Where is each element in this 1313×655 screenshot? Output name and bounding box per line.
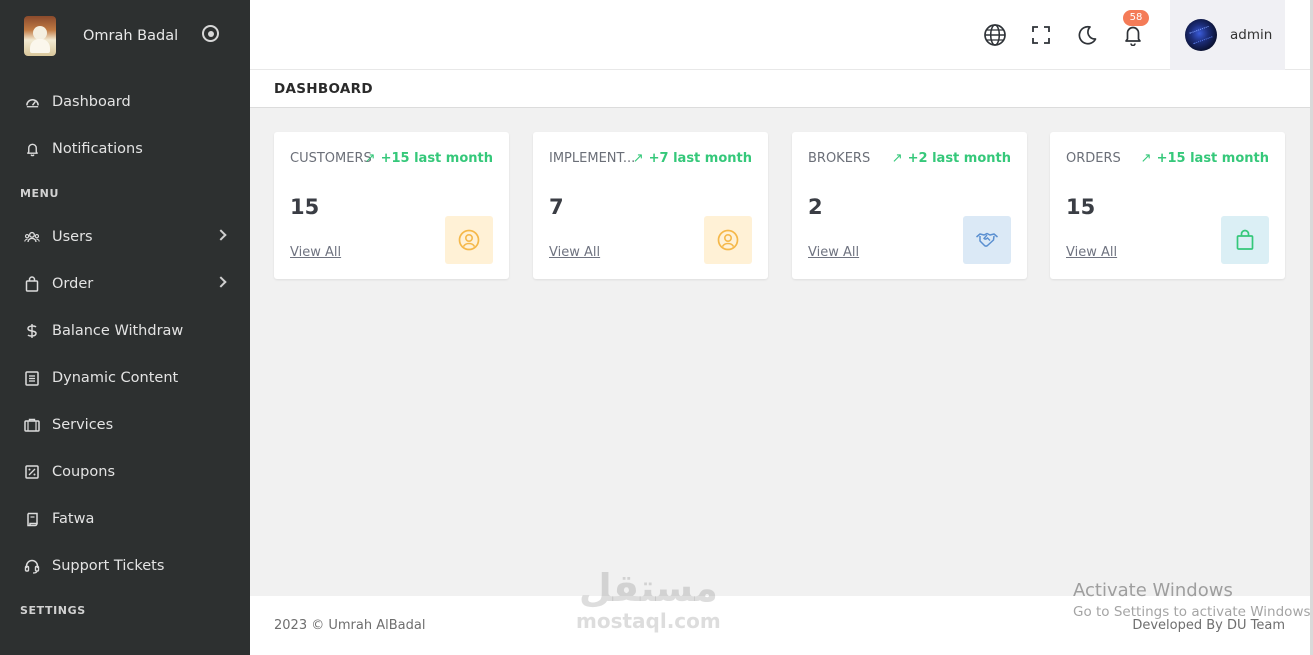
sidebar-section-menu: MENU	[20, 187, 59, 200]
chevron-right-icon	[215, 229, 227, 241]
card-trend: ↗ +7 last month	[633, 151, 752, 166]
mostaql-watermark: مستقل mostaql.com	[576, 566, 721, 632]
card-count: 2	[808, 195, 823, 219]
developer-credit: Developed By DU Team	[1132, 618, 1285, 633]
sidebar-item-label: Services	[52, 417, 114, 433]
sidebar-item-coupons[interactable]: Coupons	[0, 452, 250, 492]
sidebar-item-support-tickets[interactable]: Support Tickets	[0, 546, 250, 586]
sidebar-item-fatwa[interactable]: Fatwa	[0, 499, 250, 539]
fullscreen-icon[interactable]	[1028, 22, 1054, 48]
user-circle-icon	[704, 216, 752, 264]
sidebar-item-label: Notifications	[52, 141, 143, 157]
card-trend-text: +15 last month	[380, 151, 493, 166]
sidebar-item-label: Coupons	[52, 464, 116, 480]
view-all-link[interactable]: View All	[808, 245, 859, 260]
view-all-link[interactable]: View All	[290, 245, 341, 260]
sidebar-item-label: Order	[52, 276, 94, 292]
sidebar-item-notifications[interactable]: Notifications	[0, 129, 250, 169]
stat-card-orders: ORDERS ↗ +15 last month 15 View All	[1050, 132, 1285, 279]
watermark-latin: mostaql.com	[576, 609, 721, 633]
brand[interactable]: Omrah Badal	[0, 0, 250, 72]
view-all-link[interactable]: View All	[1066, 245, 1117, 260]
notification-count-badge: 58	[1123, 10, 1149, 26]
watermark-arabic: مستقل	[578, 566, 718, 610]
page-title: DASHBOARD	[274, 81, 373, 97]
user-circle-icon	[445, 216, 493, 264]
sidebar-item-dynamic-content[interactable]: Dynamic Content	[0, 358, 250, 398]
card-trend: ↗ +2 last month	[892, 151, 1011, 166]
sidebar-item-label: Dashboard	[52, 94, 131, 110]
card-count: 15	[290, 195, 320, 219]
user-name: admin	[1230, 27, 1273, 43]
sidebar-item-label: Balance Withdraw	[52, 323, 184, 339]
card-count: 15	[1066, 195, 1096, 219]
users-icon	[24, 229, 40, 245]
sidebar: Omrah Badal Dashboard Notifications MENU…	[0, 0, 250, 655]
sidebar-item-services[interactable]: Services	[0, 405, 250, 445]
view-all-link[interactable]: View All	[549, 245, 600, 260]
card-trend: ↗ +15 last month	[365, 151, 493, 166]
stat-card-customers: CUSTOMERS ↗ +15 last month 15 View All	[274, 132, 509, 279]
top-header: 58 admin	[250, 0, 1310, 70]
scroll-icon	[24, 511, 40, 527]
sidebar-toggle-icon[interactable]	[202, 25, 219, 42]
trend-up-icon: ↗	[1140, 151, 1152, 166]
activate-windows-subtitle: Go to Settings to activate Windows.	[1073, 604, 1313, 620]
sidebar-item-label: Users	[52, 229, 93, 245]
dollar-icon	[24, 323, 40, 339]
brand-name: Omrah Badal	[83, 28, 179, 44]
activate-windows-notice: Activate Windows Go to Settings to activ…	[1073, 580, 1313, 620]
handshake-icon	[963, 216, 1011, 264]
chevron-right-icon	[215, 276, 227, 288]
avatar	[1185, 19, 1217, 51]
document-icon	[24, 370, 40, 386]
sidebar-item-dashboard[interactable]: Dashboard	[0, 82, 250, 122]
card-trend: ↗ +15 last month	[1141, 151, 1269, 166]
sidebar-item-label: Support Tickets	[52, 558, 165, 574]
trend-up-icon: ↗	[632, 151, 644, 166]
briefcase-icon	[24, 417, 40, 433]
percent-icon	[24, 464, 40, 480]
card-trend-text: +15 last month	[1156, 151, 1269, 166]
globe-icon[interactable]	[982, 22, 1008, 48]
dark-mode-moon-icon[interactable]	[1074, 22, 1100, 48]
activate-windows-title: Activate Windows	[1073, 580, 1233, 601]
card-count: 7	[549, 195, 564, 219]
copyright-text: 2023 © Umrah AlBadal	[274, 618, 426, 633]
bell-icon	[24, 141, 40, 157]
sidebar-section-settings: SETTINGS	[20, 604, 86, 617]
card-trend-text: +2 last month	[907, 151, 1011, 166]
page-title-bar: DASHBOARD	[250, 70, 1310, 108]
bag-icon	[24, 276, 40, 292]
sidebar-item-label: Dynamic Content	[52, 370, 179, 386]
sidebar-item-order[interactable]: Order	[0, 264, 250, 304]
sidebar-item-label: Fatwa	[52, 511, 95, 527]
card-trend-text: +7 last month	[648, 151, 752, 166]
trend-up-icon: ↗	[891, 151, 903, 166]
sidebar-item-users[interactable]: Users	[0, 217, 250, 257]
sidebar-item-balance-withdraw[interactable]: Balance Withdraw	[0, 311, 250, 351]
trend-up-icon: ↗	[364, 151, 376, 166]
user-menu[interactable]: admin	[1170, 0, 1285, 70]
dashboard-icon	[24, 94, 40, 110]
brand-logo	[24, 16, 56, 56]
shopping-bag-icon	[1221, 216, 1269, 264]
stat-card-implementers: IMPLEMENT... ↗ +7 last month 7 View All	[533, 132, 768, 279]
headset-icon	[24, 558, 40, 574]
stat-card-brokers: BROKERS ↗ +2 last month 2 View All	[792, 132, 1027, 279]
